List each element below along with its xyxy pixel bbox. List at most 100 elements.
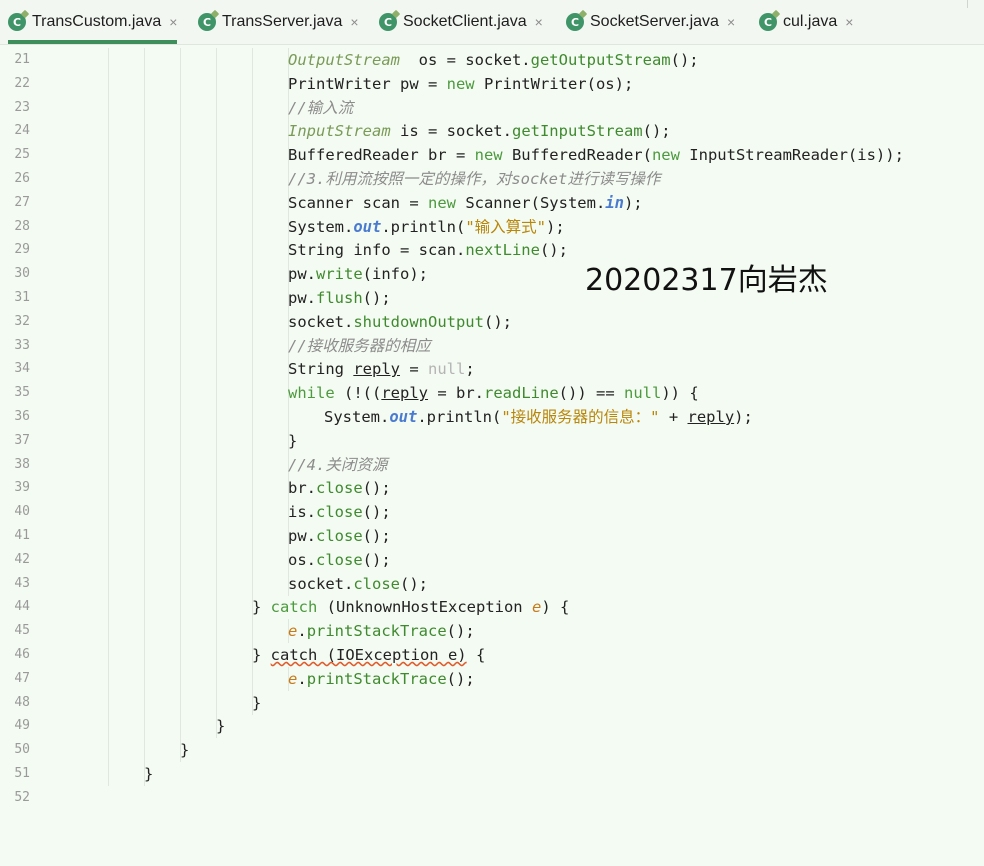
token: socket.	[288, 312, 354, 331]
indent-guide	[144, 381, 145, 406]
indent-guide	[216, 190, 217, 215]
code-text: is.close();	[288, 500, 391, 524]
code-line[interactable]: 46} catch (IOException e) {	[0, 643, 984, 667]
indent-guide	[180, 428, 181, 453]
code-line[interactable]: 50}	[0, 738, 984, 763]
code-line[interactable]: 45 e.printStackTrace();	[0, 619, 984, 644]
code-editor[interactable]: 21 OutputStream os = socket.getOutputStre…	[0, 46, 984, 866]
token-fn: close	[316, 527, 363, 545]
code-line[interactable]: 36 System.out.println("接收服务器的信息：" + reply…	[0, 405, 984, 429]
line-number: 38	[14, 456, 30, 472]
indent-guide	[252, 333, 253, 358]
code-text: socket.shutdownOutput();	[288, 310, 512, 334]
code-line[interactable]: 23 //输入流	[0, 95, 984, 120]
token-cmt: //3.利用流按照一定的操作，对socket进行读写操作	[288, 170, 661, 188]
token: BufferedReader(	[502, 146, 652, 165]
indent-guide	[144, 286, 145, 310]
code-text: Scanner scan = new Scanner(System.in);	[288, 191, 643, 215]
java-class-icon: C	[566, 13, 584, 31]
close-icon[interactable]: ×	[845, 14, 853, 30]
indent-guide	[252, 381, 253, 406]
indent-guide	[144, 524, 145, 548]
code-line[interactable]: 27 Scanner scan = new Scanner(System.in);	[0, 190, 984, 215]
code-line[interactable]: 24 InputStream is = socket.getInputStream…	[0, 119, 984, 144]
token: );	[623, 193, 643, 212]
code-line[interactable]: 44} catch (UnknownHostException e) {	[0, 595, 984, 620]
token: (UnknownHostException	[317, 598, 532, 617]
indent-guide	[180, 190, 181, 215]
indent-guide	[108, 381, 109, 406]
code-line[interactable]: 34 String reply = null;	[0, 357, 984, 382]
indent-guide	[252, 214, 253, 239]
indent-guide	[108, 333, 109, 358]
java-class-icon: C	[198, 13, 216, 31]
code-line[interactable]: 31 pw.flush();	[0, 286, 984, 310]
code-line[interactable]: 33 //接收服务器的相应	[0, 333, 984, 358]
line-number: 36	[14, 409, 30, 424]
indent-guide	[216, 690, 217, 715]
line-number: 34	[14, 361, 30, 377]
indent-guide	[144, 214, 145, 239]
indent-guide	[180, 476, 181, 501]
indent-guide	[108, 452, 109, 477]
token: {	[466, 646, 486, 664]
indent-guide	[144, 619, 145, 644]
code-line[interactable]: 38 //4.关闭资源	[0, 452, 984, 477]
code-text: //3.利用流按照一定的操作，对socket进行读写操作	[288, 167, 660, 191]
code-line[interactable]: 26 //3.利用流按照一定的操作，对socket进行读写操作	[0, 167, 984, 191]
indent-guide	[108, 357, 109, 382]
indent-guide	[252, 262, 253, 287]
token-fn: nextLine	[465, 241, 540, 260]
close-icon[interactable]: ×	[535, 14, 543, 30]
code-line[interactable]: 32 socket.shutdownOutput();	[0, 309, 984, 334]
code-line[interactable]: 22 PrintWriter pw = new PrintWriter(os);	[0, 71, 984, 96]
indent-guide	[180, 643, 181, 667]
line-number: 44	[14, 599, 30, 615]
tab-transcustom[interactable]: C TransCustom.java ×	[8, 0, 178, 44]
code-text: String reply = null;	[288, 357, 475, 381]
close-icon[interactable]: ×	[727, 14, 735, 30]
code-line[interactable]: 28 System.out.println("输入算式");	[0, 214, 984, 239]
indent-guide	[216, 357, 217, 382]
code-line[interactable]: 39 br.close();	[0, 476, 984, 501]
code-line[interactable]: 52	[0, 786, 984, 810]
indent-guide	[108, 547, 109, 572]
token: InputStreamReader(is));	[679, 146, 904, 165]
token: ();	[446, 622, 475, 641]
code-line[interactable]: 43 socket.close();	[0, 571, 984, 596]
line-number: 40	[14, 504, 30, 520]
token: }	[180, 741, 190, 760]
code-line[interactable]: 40 is.close();	[0, 500, 984, 525]
tab-socketserver[interactable]: C SocketServer.java ×	[566, 0, 735, 44]
code-line[interactable]: 51}	[0, 762, 984, 786]
code-line[interactable]: 37}	[0, 428, 984, 453]
code-line[interactable]: 25 BufferedReader br = new BufferedReader…	[0, 143, 984, 168]
indent-guide	[216, 405, 217, 429]
code-line[interactable]: 41 pw.close();	[0, 524, 984, 548]
token: ;	[465, 360, 475, 379]
code-line[interactable]: 42 os.close();	[0, 547, 984, 572]
tab-socketclient[interactable]: C SocketClient.java ×	[379, 0, 543, 44]
line-number: 39	[14, 480, 30, 496]
line-number: 51	[14, 766, 30, 781]
indent-guide	[108, 262, 109, 287]
code-line[interactable]: 35 while (!((reply = br.readLine()) == nu…	[0, 381, 984, 406]
indent-guide	[144, 333, 145, 358]
code-line[interactable]: 49}	[0, 714, 984, 739]
indent-guide	[180, 238, 181, 263]
code-line[interactable]: 30 pw.write(info);	[0, 262, 984, 287]
code-line[interactable]: 48}	[0, 690, 984, 715]
indent-guide	[108, 524, 109, 548]
code-line[interactable]: 21 OutputStream os = socket.getOutputStre…	[0, 48, 984, 72]
indent-guide	[216, 167, 217, 191]
tab-cul[interactable]: C cul.java ×	[759, 0, 853, 44]
code-line[interactable]: 29 String info = scan.nextLine();	[0, 238, 984, 263]
code-line[interactable]: 47 e.printStackTrace();	[0, 666, 984, 691]
close-icon[interactable]: ×	[169, 14, 177, 30]
close-icon[interactable]: ×	[350, 14, 358, 30]
indent-guide	[216, 476, 217, 501]
token-fn: getOutputStream	[530, 51, 671, 69]
token: String	[288, 360, 354, 379]
token-cmt: //输入流	[288, 98, 354, 117]
tab-transserver[interactable]: C TransServer.java ×	[198, 0, 359, 44]
